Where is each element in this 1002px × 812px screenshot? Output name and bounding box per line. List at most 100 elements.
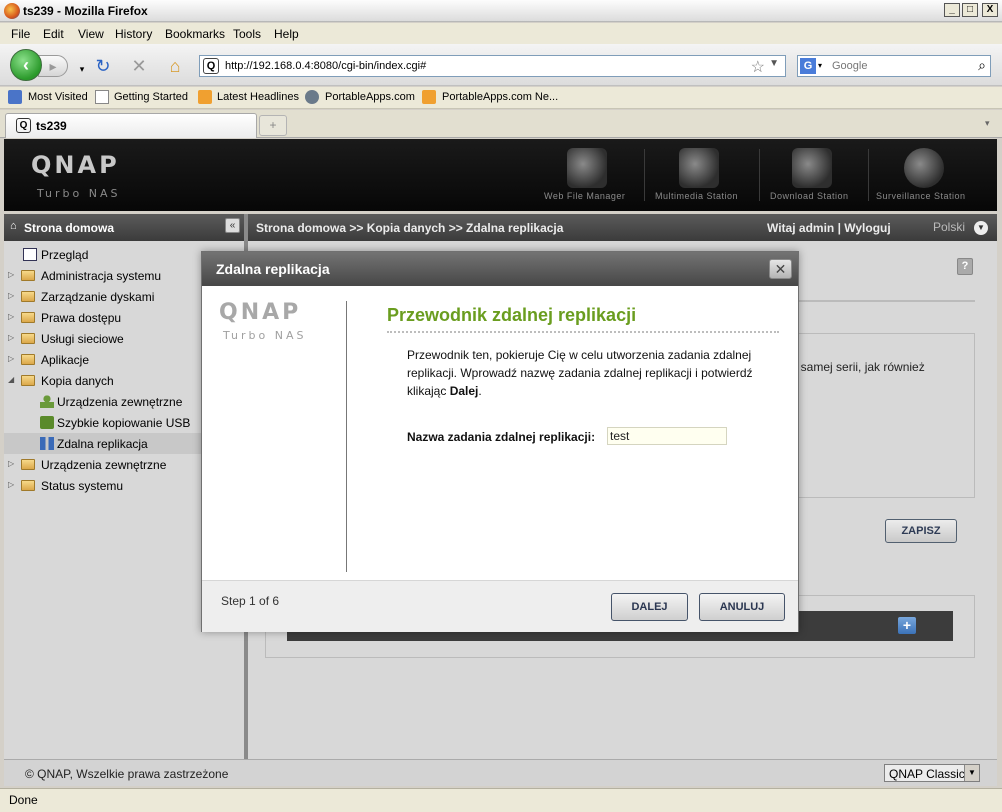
- menu-history[interactable]: History: [115, 27, 152, 41]
- chevron-down-icon[interactable]: ▼: [964, 765, 979, 781]
- cancel-button[interactable]: ANULUJ: [699, 593, 785, 621]
- menu-view[interactable]: View: [78, 27, 104, 41]
- task-name-label: Nazwa zadania zdalnej replikacji:: [407, 430, 596, 444]
- breadcrumb: Strona domowa >> Kopia danych >> Zdalna …: [256, 221, 564, 235]
- surveillance-station-icon[interactable]: [904, 148, 944, 188]
- folder-icon: [21, 312, 35, 323]
- wizard-description-bold: Dalej: [449, 384, 479, 398]
- app-multimedia-station[interactable]: Multimedia Station: [655, 191, 738, 201]
- history-dropdown-icon[interactable]: ▾: [72, 60, 92, 78]
- menu-bookmarks[interactable]: Bookmarks: [165, 27, 225, 41]
- add-task-icon[interactable]: +: [898, 617, 916, 634]
- rss-icon: [422, 90, 436, 104]
- tree-expander-icon[interactable]: ▷: [8, 291, 14, 300]
- collapse-sidebar-icon[interactable]: «: [225, 218, 240, 233]
- language-selector[interactable]: Polski: [933, 220, 965, 234]
- app-download-station[interactable]: Download Station: [770, 191, 849, 201]
- multimedia-station-icon[interactable]: [679, 148, 719, 188]
- sidebar-title: Strona domowa: [24, 221, 115, 235]
- page-footer: © QNAP, Wszelkie prawa zastrzeżone QNAP …: [4, 759, 997, 786]
- wizard-description: Przewodnik ten, pokieruje Cię w celu utw…: [407, 346, 777, 400]
- bookmark-star-icon[interactable]: ☆: [751, 57, 765, 77]
- folder-icon: [21, 459, 35, 470]
- close-window-button[interactable]: X: [982, 3, 998, 17]
- theme-select[interactable]: QNAP Classic ▼: [884, 764, 980, 782]
- breadcrumb-bar: Strona domowa >> Kopia danych >> Zdalna …: [248, 214, 997, 241]
- menu-file[interactable]: File: [11, 27, 30, 41]
- menu-edit[interactable]: Edit: [43, 27, 64, 41]
- rss-icon: [198, 90, 212, 104]
- wizard-heading: Przewodnik zdalnej replikacji: [387, 305, 637, 325]
- web-file-manager-icon[interactable]: [567, 148, 607, 188]
- most-visited-icon: [8, 90, 22, 104]
- tab-ts239[interactable]: Q ts239: [5, 113, 257, 138]
- tab-bar: Q ts239 + ▾: [0, 110, 1002, 138]
- search-engine-icon[interactable]: G: [800, 58, 816, 74]
- maximize-button[interactable]: □: [962, 3, 978, 17]
- search-input[interactable]: Google: [832, 60, 867, 72]
- dialog-qnap-subtitle: Turbo NAS: [223, 329, 307, 342]
- tree-expander-icon[interactable]: ▷: [8, 333, 14, 342]
- dialog-close-button[interactable]: ✕: [769, 259, 792, 279]
- home-icon[interactable]: ⌂: [165, 57, 185, 75]
- sidebar-item-label: Urządzenia zewnętrzne: [57, 395, 183, 409]
- save-button[interactable]: ZAPISZ: [885, 519, 957, 543]
- forward-button[interactable]: ▸: [38, 55, 68, 77]
- sidebar-item-label: Szybkie kopiowanie USB: [57, 416, 191, 430]
- search-bar[interactable]: G ▾ Google ⌕: [797, 55, 991, 77]
- status-text: Done: [9, 793, 38, 807]
- tab-list-icon[interactable]: ▾: [985, 118, 990, 129]
- dialog-title: Zdalna replikacja: [216, 261, 330, 277]
- tree-expander-icon[interactable]: ▷: [8, 354, 14, 363]
- bookmark-getting-started[interactable]: Getting Started: [114, 91, 188, 103]
- stop-icon[interactable]: ✕: [129, 57, 149, 75]
- replication-icon: [40, 437, 54, 450]
- firefox-icon: [4, 3, 20, 19]
- menu-tools[interactable]: Tools: [233, 27, 261, 41]
- dialog-vertical-divider: [346, 301, 347, 572]
- bookmark-latest-headlines[interactable]: Latest Headlines: [217, 91, 299, 103]
- download-station-icon[interactable]: [792, 148, 832, 188]
- reload-icon[interactable]: ↻: [93, 57, 113, 75]
- minimize-button[interactable]: _: [944, 3, 960, 17]
- welcome-logout-link[interactable]: Witaj admin | Wyloguj: [767, 221, 891, 235]
- url-bar[interactable]: Q http://192.168.0.4:8080/cgi-bin/index.…: [199, 55, 786, 77]
- app-web-file-manager[interactable]: Web File Manager: [544, 191, 625, 201]
- site-favicon-icon: Q: [203, 58, 219, 74]
- sidebar-item-label: Prawa dostępu: [41, 311, 122, 325]
- bookmark-portableapps[interactable]: PortableApps.com: [325, 91, 415, 103]
- app-divider: [868, 149, 869, 201]
- tree-expander-icon[interactable]: ▷: [8, 480, 14, 489]
- page-icon: [95, 90, 109, 104]
- theme-select-value: QNAP Classic: [889, 767, 965, 781]
- dialog-footer: Step 1 of 6 DALEJ ANULUJ: [202, 580, 798, 632]
- language-dropdown-icon[interactable]: ▼: [974, 221, 988, 235]
- sidebar-item-label: Zarządzanie dyskami: [41, 290, 155, 304]
- url-dropdown-icon[interactable]: ▼: [769, 58, 779, 69]
- next-button[interactable]: DALEJ: [611, 593, 688, 621]
- tree-expander-icon[interactable]: ▷: [8, 459, 14, 468]
- url-text: http://192.168.0.4:8080/cgi-bin/index.cg…: [225, 60, 427, 72]
- folder-icon: [21, 291, 35, 302]
- search-engine-dropdown-icon[interactable]: ▾: [818, 61, 822, 70]
- folder-icon: [21, 354, 35, 365]
- bookmark-portableapps-news[interactable]: PortableApps.com Ne...: [442, 91, 558, 103]
- folder-open-icon: [21, 375, 35, 386]
- panel-text-fragment: ej samej serii, jak również: [788, 360, 925, 374]
- tree-expander-icon[interactable]: ◢: [8, 375, 14, 384]
- new-tab-button[interactable]: +: [259, 115, 287, 136]
- sidebar-item-label: Urządzenia zewnętrzne: [41, 458, 167, 472]
- wizard-step-indicator: Step 1 of 6: [221, 594, 280, 608]
- task-name-input[interactable]: [607, 427, 727, 445]
- tree-expander-icon[interactable]: ▷: [8, 270, 14, 279]
- search-icon[interactable]: ⌕: [978, 57, 986, 74]
- sidebar-item-label: Kopia danych: [41, 374, 114, 388]
- menu-help[interactable]: Help: [274, 27, 299, 41]
- tree-expander-icon[interactable]: ▷: [8, 312, 14, 321]
- app-surveillance-station[interactable]: Surveillance Station: [876, 191, 966, 201]
- sidebar-header: ⌂ Strona domowa «: [4, 214, 244, 241]
- back-button[interactable]: ‹: [10, 49, 42, 81]
- sidebar-item-label: Status systemu: [41, 479, 124, 493]
- bookmark-most-visited[interactable]: Most Visited: [28, 91, 88, 103]
- help-icon[interactable]: ?: [957, 258, 973, 275]
